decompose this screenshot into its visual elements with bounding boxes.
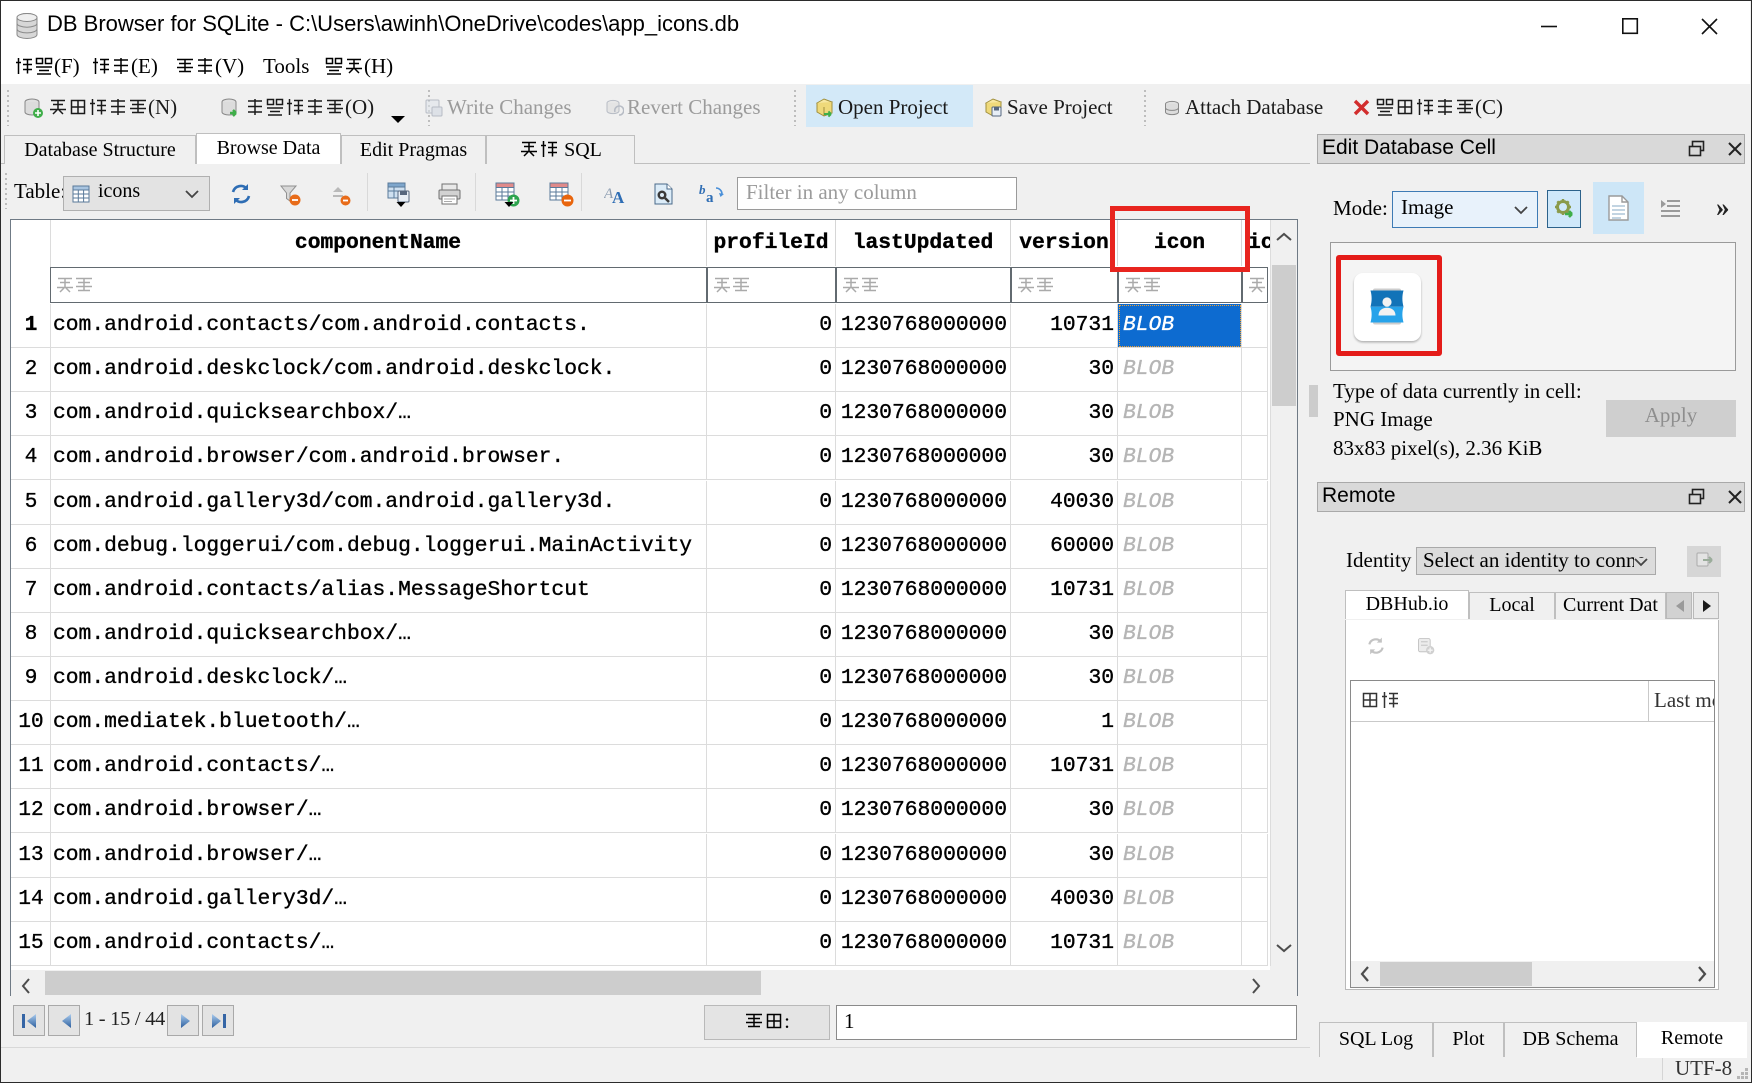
svg-text:A: A bbox=[612, 188, 625, 206]
svg-text:a: a bbox=[706, 190, 714, 206]
svg-text:b: b bbox=[699, 182, 706, 197]
